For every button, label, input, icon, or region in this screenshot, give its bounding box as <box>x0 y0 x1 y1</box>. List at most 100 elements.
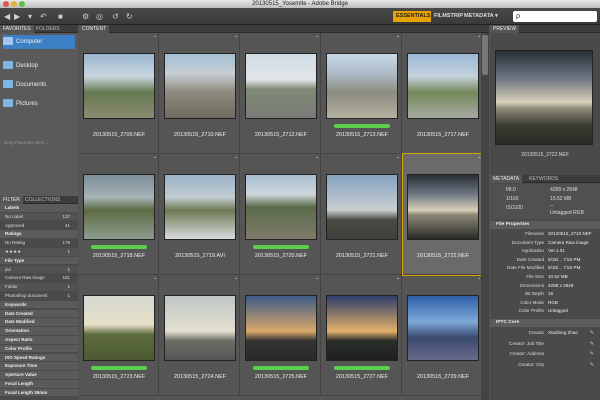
sort-icon[interactable]: ▾ <box>28 11 32 22</box>
thumbnail-image[interactable] <box>245 174 317 240</box>
tab-content[interactable]: CONTENT <box>79 25 110 33</box>
favorite-desktop[interactable]: Desktop <box>3 59 75 73</box>
filter-section-header[interactable]: Color Profile <box>0 344 78 353</box>
thumbnail-cell[interactable]: ▪ 20130515_2725.NEF <box>241 275 321 396</box>
favorites-hint: Drag Favorites Here... <box>4 140 49 145</box>
thumbnail-image[interactable] <box>83 174 155 240</box>
search-input[interactable]: ρ <box>513 11 597 22</box>
open-in-camera-raw-icon[interactable]: ◎ <box>96 11 103 22</box>
metadata-row[interactable]: Creator: Address ✎ <box>490 350 600 358</box>
workspace-essentials-tab[interactable]: ESSENTIALS <box>393 11 431 22</box>
filter-label: Folder <box>5 284 18 290</box>
tab-folders[interactable]: FOLDERS <box>33 25 63 33</box>
rotate-cw-icon[interactable]: ↻ <box>126 11 133 22</box>
iso-value: ISO100 <box>506 205 523 211</box>
thumbnail-cell[interactable]: ▪ 20130515_2719.AVI <box>160 154 240 275</box>
iptc-core-header[interactable]: IPTC Core <box>490 319 600 327</box>
favorite-computer[interactable]: Computer <box>3 35 75 49</box>
workspace-metadata-tab[interactable]: METADATA ▾ <box>461 11 503 22</box>
minimize-window-button[interactable] <box>11 1 17 7</box>
pencil-icon[interactable]: ✎ <box>590 361 594 369</box>
filter-section-header[interactable]: Keywords <box>0 300 78 309</box>
filter-item[interactable]: Camera Raw image 181 <box>0 274 78 282</box>
thumbnail-cell[interactable]: ▪ 20130515_2727.NEF <box>322 275 402 396</box>
thumbnail-cell[interactable]: ▪ 20130515_2717.NEF <box>403 33 483 154</box>
zoom-window-button[interactable] <box>19 1 25 7</box>
thumbnail-image[interactable] <box>83 295 155 361</box>
thumbnail-cell[interactable]: ▪ 20130515_2723.NEF <box>79 275 159 396</box>
thumbnail-cell[interactable]: ▪ 20130515_2729.NEF <box>403 275 483 396</box>
window-title: 20130515_Yosemite - Adobe Bridge <box>252 1 348 7</box>
thumbnail-image[interactable] <box>245 295 317 361</box>
back-icon[interactable]: ◀ <box>4 11 10 22</box>
thumbnail-cell[interactable]: ▪ 20130515_2710.NEF <box>160 33 240 154</box>
tab-collections[interactable]: COLLECTIONS <box>22 196 63 204</box>
thumbnail-cell[interactable]: ▪ 20130515_2722.NEF <box>402 153 484 276</box>
thumbnail-image[interactable] <box>326 174 398 240</box>
left-panel: FAVORITES FOLDERS Computer Desktop Docum… <box>0 25 78 400</box>
close-window-button[interactable] <box>3 1 9 7</box>
filter-section-header[interactable]: Orientation <box>0 327 78 335</box>
filter-item[interactable]: Photoshop document 1 <box>0 292 78 300</box>
filter-section-header[interactable]: File Type <box>0 256 78 265</box>
forward-icon[interactable]: ▶ <box>14 11 20 22</box>
thumbnail-cell[interactable]: ▪ 20130515_2709.NEF <box>79 33 159 154</box>
boomerang-icon[interactable]: ↶ <box>40 11 47 22</box>
filter-item[interactable]: Approved 41 <box>0 222 78 230</box>
pencil-icon[interactable]: ✎ <box>590 350 594 358</box>
thumbnail-image[interactable] <box>164 53 236 119</box>
metadata-row[interactable]: Creator: City ✎ <box>490 361 600 369</box>
filter-section-header[interactable]: Exposure Time <box>0 362 78 370</box>
filter-section-header[interactable]: Focal Length 35mm <box>0 388 78 397</box>
refine-icon[interactable]: ⚙ <box>82 11 89 22</box>
thumbnail-image[interactable] <box>407 174 479 240</box>
thumbnail-cell[interactable]: ▪ 20130515_2712.NEF <box>241 33 321 154</box>
filter-section-header[interactable]: Ratings <box>0 230 78 238</box>
camera-icon[interactable]: ■ <box>58 11 63 22</box>
filter-item[interactable]: Folder 1 <box>0 283 78 291</box>
filter-item[interactable]: No Rating 179 <box>0 239 78 247</box>
thumbnail-cell[interactable]: ▪ 20130515_2718.NEF <box>79 154 159 275</box>
filter-section-header[interactable]: ISO Speed Ratings <box>0 353 78 362</box>
thumbnail-cell[interactable]: ▪ 20130515_2713.NEF <box>322 33 402 154</box>
thumbnail-image[interactable] <box>407 295 479 361</box>
filter-item[interactable]: avi 1 <box>0 265 78 274</box>
filter-item[interactable]: ★★★★ 1 <box>0 248 78 256</box>
content-scrollbar[interactable] <box>481 33 489 400</box>
thumbnail-cell[interactable]: ▪ 20130515_2720.NEF <box>241 154 321 275</box>
metadata-row[interactable]: Creator: Job Title ✎ <box>490 340 600 348</box>
file-properties-header[interactable]: File Properties <box>490 221 600 229</box>
thumbnail-image[interactable] <box>245 53 317 119</box>
scrollbar-thumb[interactable] <box>482 35 488 75</box>
filter-count: 41 <box>64 222 70 228</box>
thumbnail-image[interactable] <box>326 53 398 119</box>
filter-section-header[interactable]: Aspect Ratio <box>0 336 78 344</box>
tab-filter[interactable]: FILTER <box>0 196 23 204</box>
thumbnail-cell[interactable]: ▪ 20130515_2721.NEF <box>322 154 402 275</box>
thumbnail-image[interactable] <box>164 295 236 361</box>
rotate-ccw-icon[interactable]: ↺ <box>112 11 119 22</box>
metadata-row[interactable]: Creator Xiaofeng Zhao ✎ <box>490 329 600 337</box>
tab-favorites[interactable]: FAVORITES <box>0 25 34 33</box>
tab-preview[interactable]: PREVIEW <box>490 25 520 33</box>
favorite-pictures[interactable]: Pictures <box>3 97 75 111</box>
favorite-documents[interactable]: Documents <box>3 78 75 92</box>
tab-keywords[interactable]: KEYWORDS <box>526 175 561 183</box>
filter-section-header[interactable]: Labels <box>0 204 78 212</box>
preview-image[interactable] <box>495 50 593 145</box>
thumbnail-image[interactable] <box>407 53 479 119</box>
filter-section-header[interactable]: Aperture Value <box>0 371 78 379</box>
thumbnail-image[interactable] <box>164 174 236 240</box>
filter-item[interactable]: No Label 137 <box>0 212 78 221</box>
pencil-icon[interactable]: ✎ <box>590 329 594 337</box>
filter-label: ★★★★ <box>5 249 22 254</box>
thumbnail-cell[interactable]: ▪ 20130515_2724.NEF <box>160 275 240 396</box>
tab-metadata[interactable]: METADATA <box>490 175 523 183</box>
filter-section-header[interactable]: Date Modified <box>0 318 78 326</box>
pencil-icon[interactable]: ✎ <box>590 340 594 348</box>
thumbnail-image[interactable] <box>83 53 155 119</box>
filter-section-header[interactable]: Focal Length <box>0 380 78 388</box>
filter-section-header[interactable]: Date Created <box>0 309 78 318</box>
thumbnail-image[interactable] <box>326 295 398 361</box>
workspace-filmstrip-tab[interactable]: FILMSTRIP <box>431 11 463 22</box>
